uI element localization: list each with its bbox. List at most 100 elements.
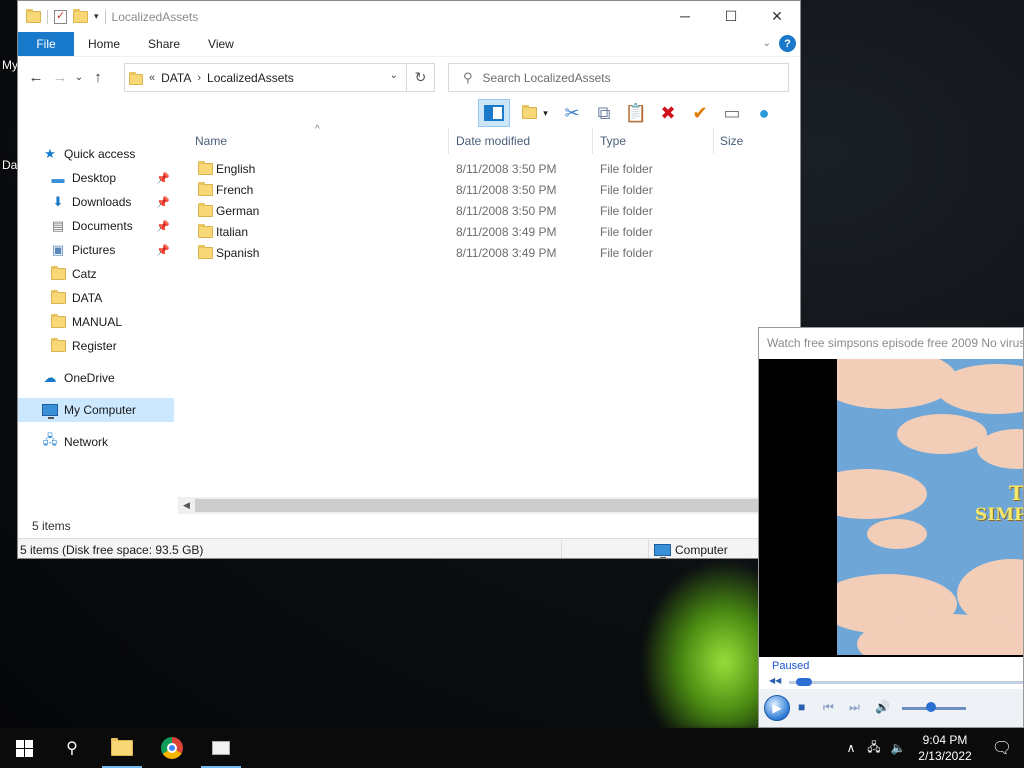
address-bar[interactable]: « DATA › LocalizedAssets ⌄ [124, 63, 407, 92]
scrollbar-thumb[interactable] [195, 499, 758, 512]
file-name: German [216, 204, 260, 218]
taskbar-media-player[interactable] [197, 728, 245, 768]
taskbar-chrome[interactable] [148, 728, 196, 768]
play-button[interactable]: ▶ [764, 695, 790, 721]
tab-file[interactable]: File [18, 32, 74, 56]
file-row[interactable]: English 8/11/2008 3:50 PM File folder [178, 158, 800, 179]
clock[interactable]: 9:04 PM 2/13/2022 [910, 732, 980, 764]
seek-knob[interactable] [796, 678, 813, 686]
column-header-type[interactable]: Type [600, 134, 626, 148]
network-icon: 🖧 [42, 432, 58, 447]
sidebar-item-data[interactable]: DATA [18, 286, 174, 310]
player-title[interactable]: Watch free simpsons episode free 2009 No… [759, 328, 1023, 358]
desktop-icon-label[interactable]: My [2, 58, 18, 72]
checkmark-icon[interactable]: ✔ [688, 101, 712, 125]
file-row[interactable]: Spanish 8/11/2008 3:49 PM File folder [178, 242, 800, 263]
copy-icon[interactable]: ⧉ [592, 101, 616, 125]
volume-icon[interactable]: 🔊 [875, 700, 890, 714]
start-button[interactable] [0, 728, 48, 768]
cut-icon[interactable]: ✂ [560, 101, 584, 125]
sidebar-item-onedrive[interactable]: ☁ OneDrive [18, 366, 174, 390]
title-bar[interactable]: ▾ LocalizedAssets ─ ☐ ✕ [18, 1, 800, 32]
horizontal-scrollbar[interactable]: ◀ [178, 497, 758, 514]
seek-bar[interactable]: ◀◀ [769, 676, 1023, 686]
taskbar-file-explorer[interactable] [98, 728, 146, 768]
globe-icon[interactable]: ● [752, 101, 776, 125]
sidebar-item-downloads[interactable]: ⬇ Downloads 📌 [18, 190, 174, 214]
seek-track[interactable] [789, 681, 1023, 684]
command-toolbar: ▾ ✂ ⧉ 📋 ✖ ✔ ▭ ● [478, 98, 776, 128]
views-button[interactable]: ▾ [518, 101, 552, 125]
pin-icon[interactable]: 📌 [156, 244, 170, 257]
column-header-name[interactable]: Name [195, 134, 227, 148]
help-icon[interactable]: ? [779, 35, 796, 52]
file-row[interactable]: German 8/11/2008 3:50 PM File folder [178, 200, 800, 221]
breadcrumb-data[interactable]: DATA [161, 71, 191, 85]
search-icon: ⚲ [463, 69, 473, 85]
notifications-icon[interactable]: 🗨 [980, 738, 1024, 758]
delete-icon[interactable]: ✖ [656, 101, 680, 125]
pin-icon[interactable]: 📌 [156, 172, 170, 185]
show-hidden-icons-chevron-icon[interactable]: ∧ [840, 741, 862, 755]
sidebar-item-manual[interactable]: MANUAL [18, 310, 174, 334]
up-arrow-icon[interactable]: ↑ [86, 69, 110, 86]
close-button[interactable]: ✕ [754, 1, 800, 31]
desktop-icon-label[interactable]: Da [2, 158, 17, 172]
ribbon-tabs: File Home Share View ⌄ ? [18, 32, 800, 56]
pin-icon[interactable]: 📌 [156, 220, 170, 233]
recent-locations-chevron-icon[interactable]: ⌄ [72, 72, 86, 83]
status-zone: Computer [654, 542, 728, 558]
sidebar-item-catz[interactable]: Catz [18, 262, 174, 286]
column-header-size[interactable]: Size [720, 134, 743, 148]
paste-icon[interactable]: 📋 [624, 101, 648, 125]
sidebar-item-desktop[interactable]: ▬ Desktop 📌 [18, 166, 174, 190]
network-icon[interactable]: 🖧 [862, 738, 886, 759]
refresh-button[interactable]: ↻ [407, 63, 435, 92]
forward-arrow-icon[interactable]: → [48, 69, 72, 86]
address-dropdown-chevron-icon[interactable]: ⌄ [390, 70, 398, 81]
speaker-icon[interactable]: 🔈 [886, 741, 910, 755]
chrome-icon [161, 737, 183, 759]
properties-icon[interactable] [54, 9, 67, 24]
breadcrumb-overflow[interactable]: « [149, 72, 155, 84]
column-headers: ^ Name Date modified Type Size [178, 124, 800, 154]
status-zone-label: Computer [675, 542, 728, 557]
rewind-icon[interactable]: ◀◀ [769, 676, 781, 685]
folder-icon [50, 314, 66, 328]
new-folder-icon[interactable] [73, 8, 88, 23]
sidebar-item-pictures[interactable]: ▣ Pictures 📌 [18, 238, 174, 262]
tab-share[interactable]: Share [134, 32, 194, 56]
file-list: ^ Name Date modified Type Size English 8… [178, 124, 800, 498]
tab-home[interactable]: Home [74, 32, 134, 56]
next-track-icon[interactable]: ⏭ [849, 700, 860, 715]
sidebar-item-documents[interactable]: ▤ Documents 📌 [18, 214, 174, 238]
expand-ribbon-chevron-icon[interactable]: ⌄ [763, 38, 771, 49]
file-name: English [216, 162, 256, 176]
previous-track-icon[interactable]: ⏮ [823, 700, 834, 715]
sidebar-item-network[interactable]: 🖧 Network [18, 430, 174, 454]
search-input[interactable]: ⚲ Search LocalizedAssets [448, 63, 789, 92]
breadcrumb-localizedassets[interactable]: LocalizedAssets [207, 71, 294, 85]
file-name: French [216, 183, 254, 197]
pin-icon[interactable]: 📌 [156, 196, 170, 209]
preview-pane-button[interactable] [478, 99, 510, 127]
back-arrow-icon[interactable]: ← [24, 69, 48, 86]
search-icon[interactable]: ⚲ [48, 728, 96, 768]
tab-view[interactable]: View [194, 32, 248, 56]
sidebar-item-register[interactable]: Register [18, 334, 174, 358]
window-title: LocalizedAssets [111, 9, 199, 24]
scroll-left-arrow-icon[interactable]: ◀ [178, 497, 195, 514]
file-row[interactable]: French 8/11/2008 3:50 PM File folder [178, 179, 800, 200]
breadcrumb-chevron-icon[interactable]: › [197, 72, 201, 84]
customize-toolbar-icon[interactable]: ▾ [94, 11, 99, 22]
video-area[interactable]: T SIMP [759, 359, 1023, 657]
sidebar-item-my-computer[interactable]: My Computer [18, 398, 174, 422]
rename-icon[interactable]: ▭ [720, 101, 744, 125]
maximize-button[interactable]: ☐ [708, 1, 754, 31]
volume-knob[interactable] [925, 702, 936, 712]
sidebar-item-quick-access[interactable]: ★ Quick access [18, 142, 174, 166]
file-row[interactable]: Italian 8/11/2008 3:49 PM File folder [178, 221, 800, 242]
minimize-button[interactable]: ─ [662, 1, 708, 31]
stop-icon[interactable]: ■ [798, 700, 805, 714]
column-header-date-modified[interactable]: Date modified [456, 134, 530, 148]
